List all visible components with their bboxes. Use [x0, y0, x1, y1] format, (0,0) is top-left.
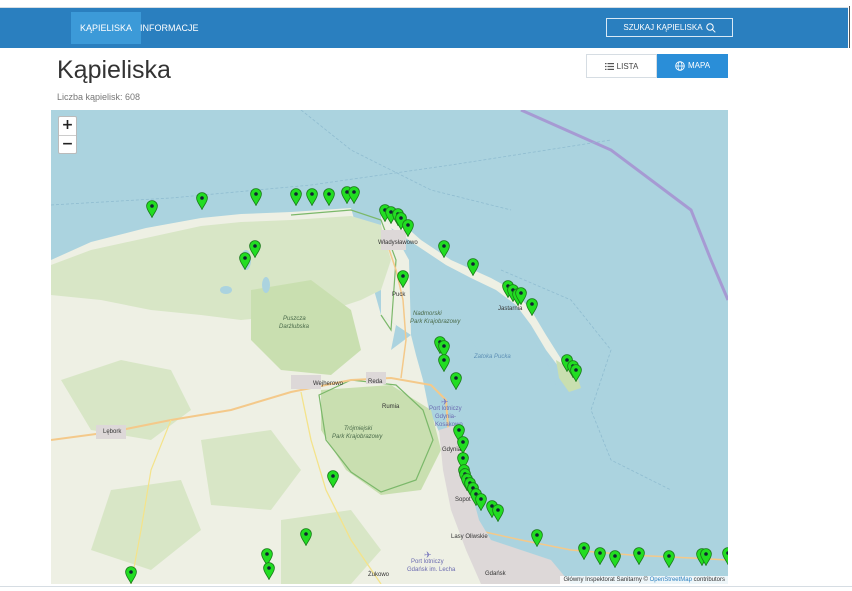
nav-informacje[interactable]: INFORMACJE	[131, 12, 208, 44]
browser-top-edge	[0, 0, 852, 8]
attribution-suffix: contributors	[691, 577, 725, 583]
bathing-site-marker[interactable]	[397, 270, 409, 289]
bathing-site-marker[interactable]	[438, 354, 450, 373]
bathing-site-marker[interactable]	[263, 562, 275, 581]
top-navbar: KĄPIELISKA INFORMACJE SZUKAJ KĄPIELISKA	[0, 8, 848, 48]
bathing-site-marker[interactable]	[492, 504, 504, 523]
place-label: Park Krajobrazowy	[332, 434, 383, 440]
bathing-sites-map[interactable]: ✈ ✈ Władysławowo Puck Jastarnia Nadmorsk…	[51, 110, 728, 584]
attribution-prefix: Główny Inspektorat Sanitarny ©	[563, 577, 650, 583]
place-label: Gdańsk	[485, 571, 506, 577]
place-label: Lasy Oliwskie	[451, 534, 488, 540]
bathing-site-marker[interactable]	[526, 298, 538, 317]
bathing-site-marker[interactable]	[250, 188, 262, 207]
zoom-out-button[interactable]: −	[59, 135, 76, 153]
place-label: Nadmorski	[413, 311, 442, 317]
page-bottom-edge	[0, 586, 852, 591]
bathing-site-marker[interactable]	[700, 548, 712, 567]
place-label: Gdańsk im. Lecha	[407, 567, 456, 573]
place-label: Reda	[368, 379, 383, 385]
bathing-site-marker[interactable]	[125, 566, 137, 584]
place-label: Rumia	[382, 404, 400, 410]
place-label: Puszcza	[283, 316, 306, 322]
bathing-site-marker[interactable]	[196, 192, 208, 211]
bathing-site-marker[interactable]	[290, 188, 302, 207]
map-attribution: Główny Inspektorat Sanitarny © OpenStree…	[560, 576, 728, 584]
bathing-site-marker[interactable]	[722, 547, 728, 566]
bathing-site-marker[interactable]	[402, 219, 414, 238]
page-title: Kąpieliska	[57, 56, 171, 84]
bathing-site-marker[interactable]	[300, 528, 312, 547]
openstreetmap-link[interactable]: OpenStreetMap	[650, 577, 692, 583]
place-label: Władysławowo	[378, 240, 418, 246]
bathing-sites-count: Liczba kąpielisk: 608	[57, 92, 141, 102]
list-view-button[interactable]: LISTA	[586, 54, 657, 78]
place-label: Lębork	[103, 429, 122, 435]
bathing-site-marker[interactable]	[306, 188, 318, 207]
place-label: Jastarnia	[498, 306, 523, 312]
list-view-label: LISTA	[616, 62, 639, 71]
place-label: Darżlubska	[279, 324, 310, 330]
place-label: Wejherowo	[313, 381, 343, 387]
search-button[interactable]: SZUKAJ KĄPIELISKA	[606, 18, 733, 37]
place-label: Zatoka Pucka	[474, 354, 511, 360]
place-label: Żukowo	[368, 572, 390, 578]
bathing-site-marker[interactable]	[323, 188, 335, 207]
place-label: Gdynia-	[435, 414, 457, 420]
zoom-in-button[interactable]: +	[59, 117, 76, 135]
bathing-site-marker[interactable]	[146, 200, 158, 219]
bathing-site-marker[interactable]	[327, 470, 339, 489]
bathing-site-marker[interactable]	[594, 547, 606, 566]
bathing-site-marker[interactable]	[239, 252, 251, 271]
place-label: Park Krajobrazowy	[410, 319, 461, 325]
bathing-site-marker[interactable]	[609, 550, 621, 569]
search-icon	[705, 23, 716, 33]
place-label: Trójmiejski	[344, 426, 373, 432]
bathing-site-marker[interactable]	[578, 542, 590, 561]
list-icon	[604, 63, 614, 71]
bathing-site-marker[interactable]	[467, 258, 479, 277]
place-label: Puck	[392, 292, 406, 298]
bathing-site-marker[interactable]	[531, 529, 543, 548]
bathing-site-marker[interactable]	[570, 364, 582, 383]
place-label: Port lotniczy	[411, 559, 444, 565]
map-tiles: ✈ ✈	[51, 110, 728, 584]
globe-icon	[675, 61, 685, 71]
search-button-label: SZUKAJ KĄPIELISKA	[623, 23, 703, 32]
bathing-site-marker[interactable]	[633, 547, 645, 566]
place-label: Port lotniczy	[429, 406, 462, 412]
bathing-site-marker[interactable]	[450, 372, 462, 391]
zoom-control: + −	[58, 116, 77, 154]
window-edge	[848, 0, 852, 591]
bathing-site-marker[interactable]	[663, 550, 675, 569]
bathing-site-marker[interactable]	[348, 186, 360, 205]
map-view-button[interactable]: MAPA	[657, 54, 728, 78]
map-view-label: MAPA	[687, 61, 711, 70]
bathing-site-marker[interactable]	[438, 240, 450, 259]
